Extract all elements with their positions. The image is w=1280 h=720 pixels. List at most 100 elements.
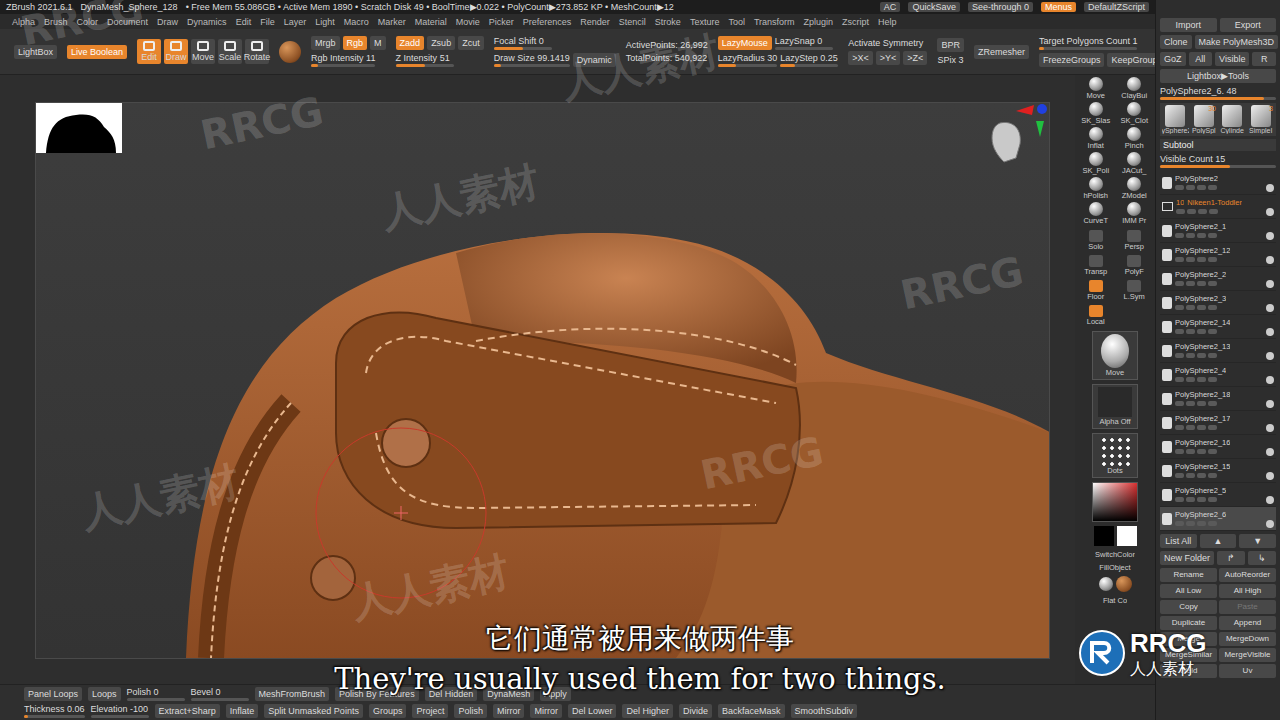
- toggle-icon[interactable]: [1175, 449, 1184, 454]
- menu-item[interactable]: Render: [580, 17, 610, 27]
- toggle-icon[interactable]: [1197, 473, 1206, 478]
- list-button[interactable]: New Folder: [1160, 551, 1214, 565]
- panel-button[interactable]: Clone: [1160, 35, 1192, 49]
- toggle-icon[interactable]: [1186, 257, 1195, 262]
- menu-item[interactable]: Picker: [489, 17, 514, 27]
- toggle-button[interactable]: Polish: [454, 704, 487, 718]
- subtool-row[interactable]: PolySphere2_14: [1160, 315, 1276, 339]
- toggle-button[interactable]: Panel Loops: [24, 687, 82, 701]
- slider[interactable]: Draw Size 99.1419: [494, 53, 570, 67]
- toggle-icon[interactable]: [1197, 425, 1206, 430]
- toggle-button[interactable]: Mirror: [530, 704, 562, 718]
- tool-button[interactable]: Move: [191, 39, 215, 64]
- subtool-row[interactable]: PolySphere2_18: [1160, 387, 1276, 411]
- tool-button[interactable]: Scale: [218, 39, 242, 64]
- toggle-button[interactable]: Del Higher: [622, 704, 673, 718]
- subtool-row[interactable]: PolySphere2_6: [1160, 507, 1276, 531]
- menu-item[interactable]: Stroke: [655, 17, 681, 27]
- menu-item[interactable]: Texture: [690, 17, 720, 27]
- subtool-row[interactable]: PolySphere2_13: [1160, 339, 1276, 363]
- menu-item[interactable]: Movie: [456, 17, 480, 27]
- title-button[interactable]: Menus: [1041, 2, 1076, 12]
- toggle-icon[interactable]: [1208, 401, 1217, 406]
- toggle-button[interactable]: >X<: [848, 51, 873, 65]
- visibility-eye-icon[interactable]: [1266, 208, 1274, 216]
- toggle-icon[interactable]: [1208, 305, 1217, 310]
- slider-track[interactable]: [1160, 165, 1276, 168]
- toggle-icon[interactable]: [1175, 377, 1184, 382]
- title-button[interactable]: QuickSave: [908, 2, 960, 12]
- action-button[interactable]: Paste: [1219, 600, 1276, 614]
- view-button[interactable]: Persp: [1117, 229, 1153, 252]
- tool-thumbnail[interactable]: PolySpl30: [1191, 105, 1218, 134]
- view-button[interactable]: PolyF: [1117, 254, 1153, 277]
- slider-track[interactable]: [24, 715, 85, 718]
- slider[interactable]: Focal Shift 0: [494, 36, 552, 50]
- toggle-icon[interactable]: [1197, 449, 1206, 454]
- visibility-eye-icon[interactable]: [1266, 304, 1274, 312]
- visibility-eye-icon[interactable]: [1266, 448, 1274, 456]
- slider-track[interactable]: [396, 64, 454, 67]
- menu-item[interactable]: Document: [107, 17, 148, 27]
- panel-button[interactable]: Export: [1220, 18, 1277, 32]
- toggle-icon[interactable]: [1208, 377, 1217, 382]
- menu-item[interactable]: Color: [77, 17, 99, 27]
- toggle-icon[interactable]: [1175, 185, 1184, 190]
- toggle-button[interactable]: LightBox: [14, 45, 57, 59]
- toggle-icon[interactable]: [1208, 425, 1217, 430]
- menu-item[interactable]: Brush: [44, 17, 68, 27]
- menu-item[interactable]: Dynamics: [187, 17, 227, 27]
- brush-button[interactable]: SK_Clot: [1117, 102, 1153, 125]
- action-button[interactable]: Copy: [1160, 600, 1217, 614]
- visibility-eye-icon[interactable]: [1266, 256, 1274, 264]
- toggle-icon[interactable]: [1186, 401, 1195, 406]
- view-button[interactable]: Floor: [1078, 279, 1114, 302]
- tool-thumbnail[interactable]: Cylinde: [1219, 105, 1246, 134]
- list-button[interactable]: ▲: [1200, 534, 1237, 548]
- tool-button[interactable]: Rotate: [245, 39, 269, 64]
- toggle-icon[interactable]: [1197, 497, 1206, 502]
- toggle-icon[interactable]: [1186, 305, 1195, 310]
- slider[interactable]: LazySnap 0: [775, 36, 833, 50]
- action-button[interactable]: MergeDown: [1219, 632, 1276, 646]
- toggle-icon[interactable]: [1186, 449, 1195, 454]
- slider[interactable]: LazyRadius 30: [718, 53, 778, 67]
- tool-button[interactable]: Edit: [137, 39, 161, 64]
- tool-thumbnail[interactable]: SimpleI3: [1248, 105, 1275, 134]
- menu-item[interactable]: Stencil: [619, 17, 646, 27]
- toggle-icon[interactable]: [1187, 209, 1196, 214]
- toggle-button[interactable]: Split Unmasked Points: [264, 704, 363, 718]
- title-button[interactable]: See-through 0: [968, 2, 1033, 12]
- menu-item[interactable]: Zscript: [842, 17, 869, 27]
- slider-track[interactable]: [127, 698, 185, 701]
- toggle-icon[interactable]: [1197, 401, 1206, 406]
- toggle-button[interactable]: Project: [412, 704, 448, 718]
- title-button[interactable]: DefaultZScript: [1084, 2, 1149, 12]
- menu-item[interactable]: Edit: [236, 17, 252, 27]
- toggle-icon[interactable]: [1197, 257, 1206, 262]
- toggle-icon[interactable]: [1197, 521, 1206, 526]
- toggle-icon[interactable]: [1175, 497, 1184, 502]
- toggle-icon[interactable]: [1186, 353, 1195, 358]
- title-button[interactable]: AC: [880, 2, 901, 12]
- menu-item[interactable]: File: [260, 17, 275, 27]
- toggle-icon[interactable]: [1186, 497, 1195, 502]
- toggle-button[interactable]: Inflate: [226, 704, 259, 718]
- visibility-eye-icon[interactable]: [1266, 184, 1274, 192]
- brush-button[interactable]: ClayBui: [1117, 77, 1153, 100]
- toggle-icon[interactable]: [1175, 473, 1184, 478]
- material-grey-icon[interactable]: [1099, 577, 1113, 591]
- list-button[interactable]: ↱: [1217, 551, 1245, 565]
- toggle-button[interactable]: M: [370, 36, 386, 50]
- subtool-row[interactable]: PolySphere2_17: [1160, 411, 1276, 435]
- menu-item[interactable]: Help: [878, 17, 897, 27]
- visibility-eye-icon[interactable]: [1266, 472, 1274, 480]
- toggle-icon[interactable]: [1176, 209, 1185, 214]
- subtool-row[interactable]: PolySphere2_12: [1160, 243, 1276, 267]
- fill-object-button[interactable]: FillObject: [1099, 563, 1130, 572]
- toggle-icon[interactable]: [1186, 281, 1195, 286]
- panel-button[interactable]: GoZ: [1160, 52, 1186, 66]
- flat-color-button[interactable]: Flat Co: [1103, 596, 1127, 605]
- toggle-icon[interactable]: [1208, 521, 1217, 526]
- boot-model-icon[interactable]: [36, 103, 1050, 658]
